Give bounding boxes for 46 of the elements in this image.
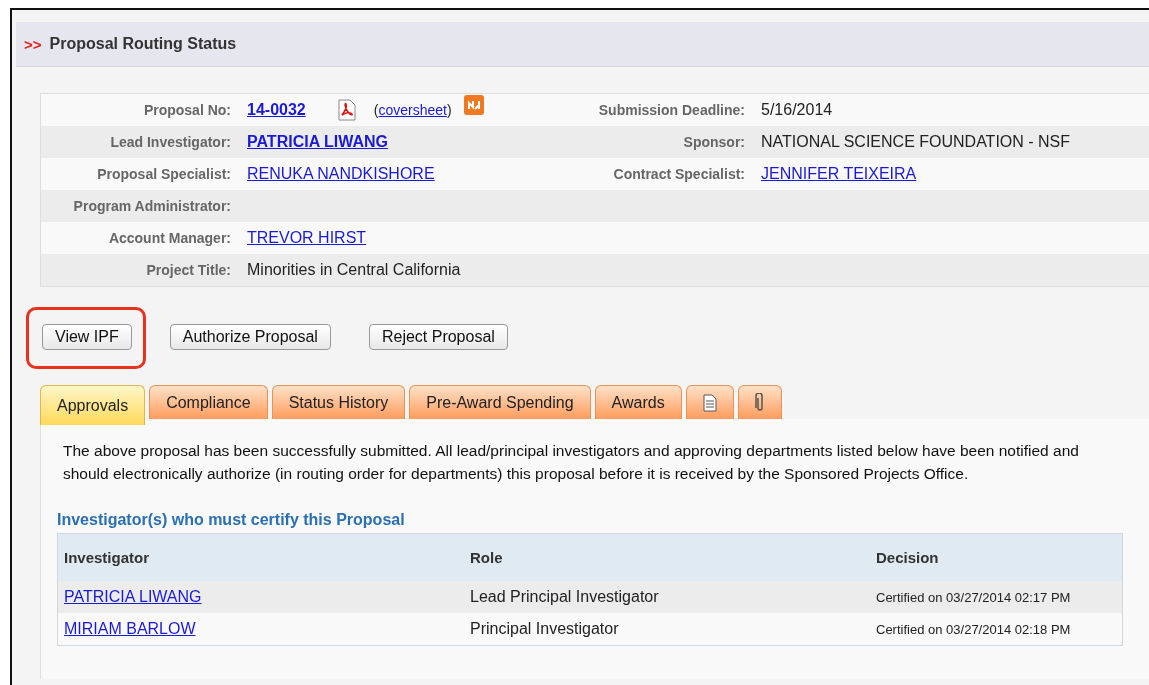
field-label: Project Title: (145, 262, 232, 278)
coversheet-link[interactable]: coversheet (378, 102, 447, 118)
column-header: Role (470, 549, 504, 566)
status-message: The above proposal has been successfully submitted. All lead/principal investigators and approving departments listed below have been notified and should electronically authorize (in routing order for departments) this proposal before it is received by the Sponsored Projects Office. (63, 441, 1080, 484)
value-link[interactable]: PATRICIA LIWANG (247, 133, 389, 151)
field-label: Account Manager: (107, 230, 232, 246)
field-label: Proposal No: (142, 102, 232, 118)
tab[interactable]: Approvals (40, 385, 146, 425)
paren-text: ( (373, 102, 379, 118)
value-link[interactable]: 14-0032 (247, 101, 306, 119)
field-label: Proposal Specialist: (96, 166, 232, 182)
field-label: Contract Specialist: (612, 166, 746, 182)
field-label: Lead Investigator: (109, 134, 232, 150)
value-link[interactable]: RENUKA NANDKISHORE (247, 165, 435, 183)
field-label: Submission Deadline: (597, 102, 746, 118)
value-text: 5/16/2014 (761, 101, 833, 119)
table-cell-text: Principal Investigator (470, 620, 620, 638)
document-icon (702, 393, 717, 412)
column-header: Investigator (64, 549, 151, 566)
value-text: NATIONAL SCIENCE FOUNDATION - NSF (761, 133, 1071, 151)
action-button[interactable]: View IPF (42, 324, 132, 350)
table-cell-text: Certified on 03/27/2014 02:17 PM (876, 589, 1072, 605)
section-marker: >> (24, 35, 42, 53)
tab[interactable] (737, 385, 782, 419)
investigator-link[interactable]: MIRIAM BARLOW (64, 620, 196, 637)
tab[interactable]: Pre-Award Spending (409, 385, 591, 419)
field-label: Sponsor: (682, 134, 746, 150)
paperclip-icon (754, 392, 765, 413)
tab[interactable]: Compliance (149, 385, 268, 419)
action-button[interactable]: Reject Proposal (368, 324, 508, 350)
field-label: Program Administrator: (72, 198, 232, 214)
tab[interactable]: Status History (271, 385, 406, 419)
value-text: Minorities in Central California (247, 261, 461, 279)
value-link[interactable]: JENNIFER TEIXEIRA (761, 165, 917, 183)
table-cell-text: Certified on 03/27/2014 02:18 PM (876, 621, 1072, 637)
tab[interactable] (685, 385, 734, 419)
section-title: Proposal Routing Status (49, 35, 237, 53)
table-cell-text: Lead Principal Investigator (470, 588, 660, 606)
value-link[interactable]: TREVOR HIRST (247, 229, 367, 247)
tab[interactable]: Awards (594, 385, 682, 419)
section-subtitle: Investigator(s) who must certify this Proposal (57, 511, 406, 529)
pdf-icon[interactable] (337, 99, 356, 121)
action-button[interactable]: Authorize Proposal (169, 324, 331, 350)
investigator-link[interactable]: PATRICIA LIWANG (64, 588, 202, 605)
paren-text: ) (446, 102, 452, 118)
column-header: Decision (876, 549, 940, 566)
